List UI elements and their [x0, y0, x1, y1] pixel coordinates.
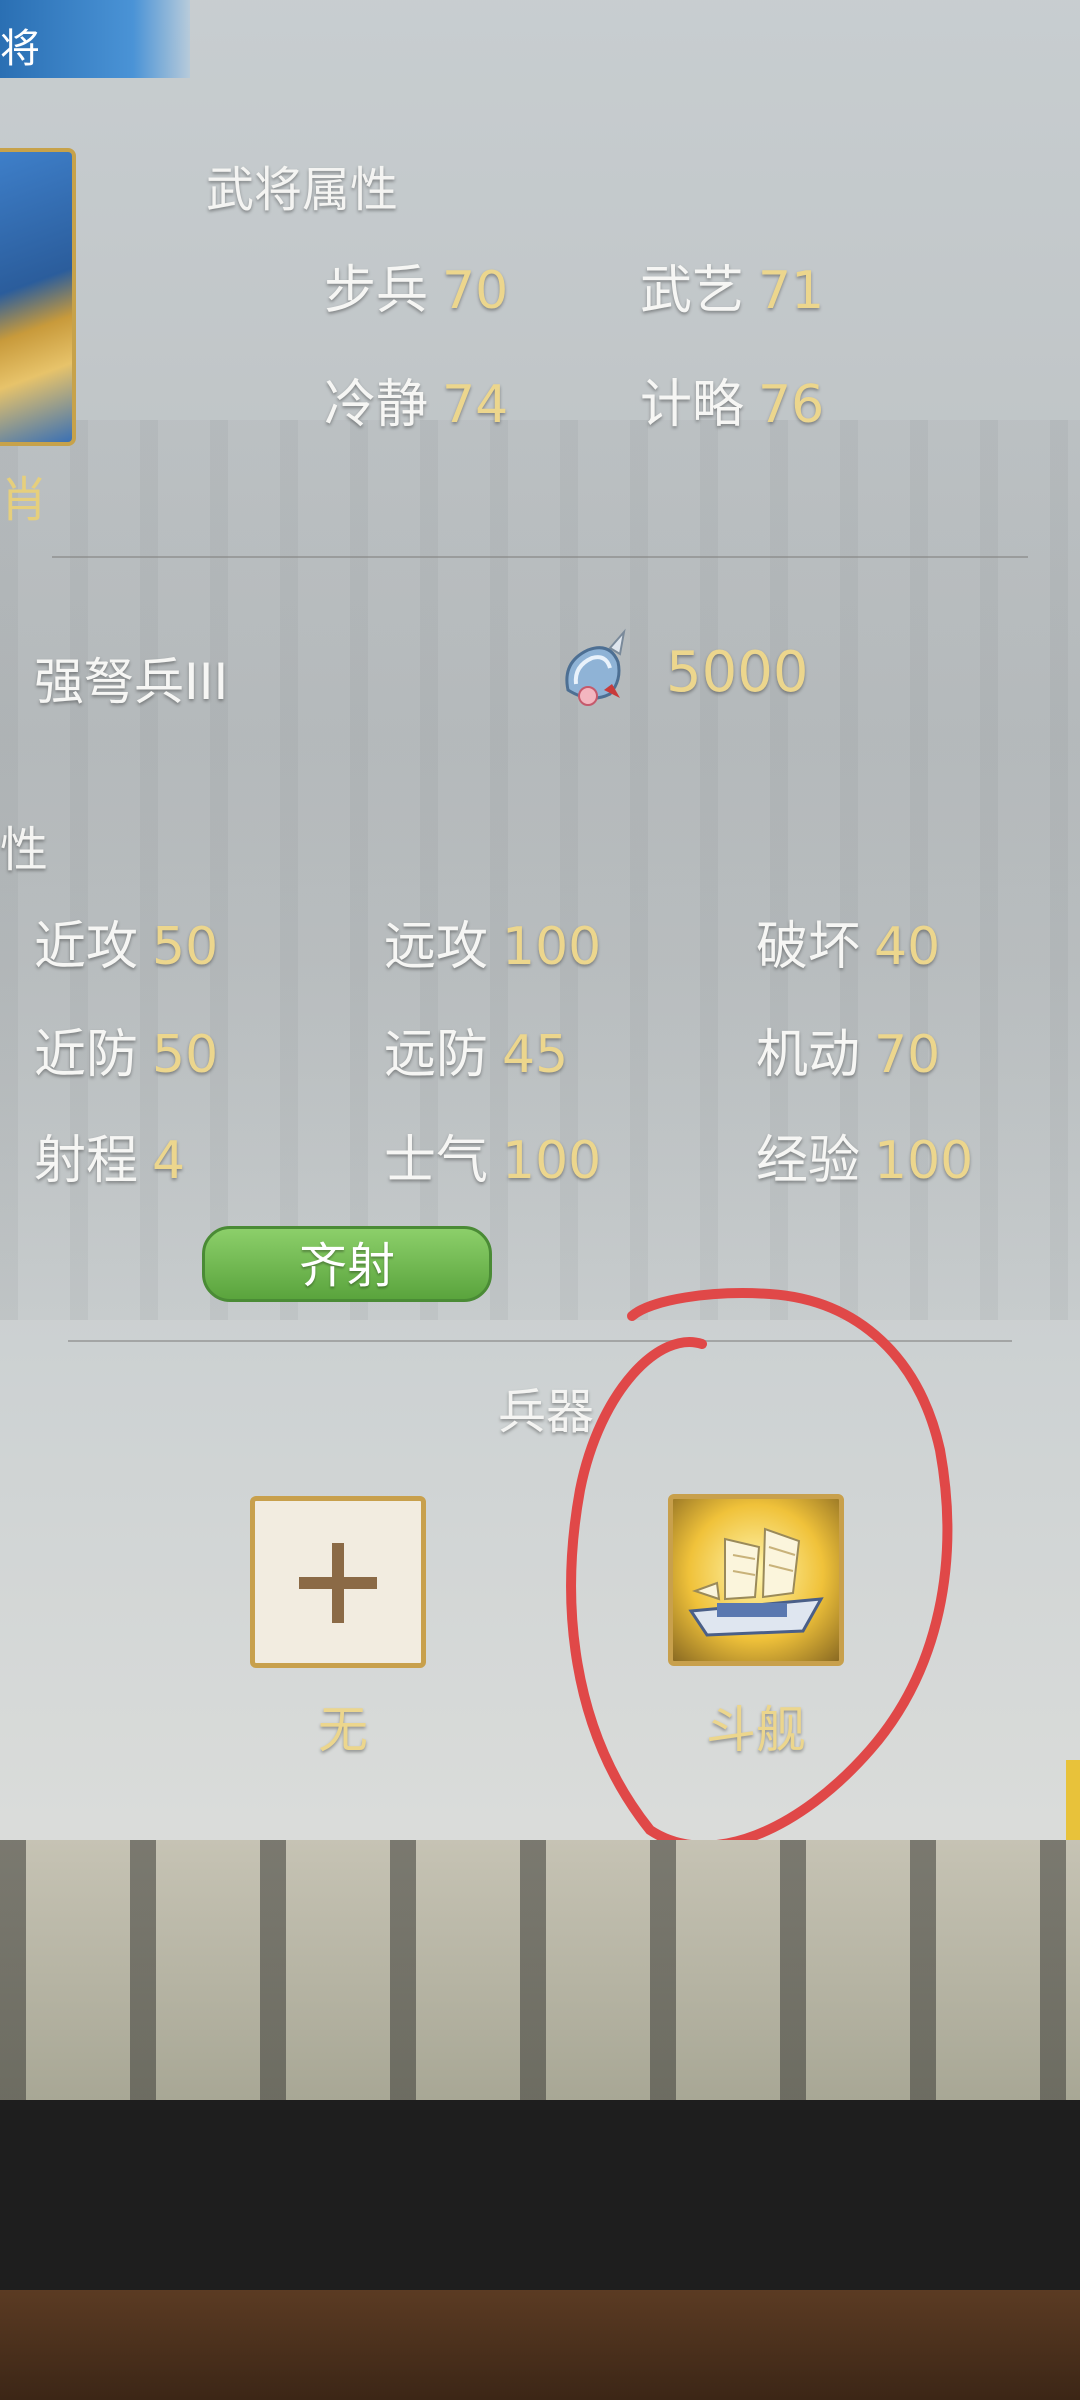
plus-icon-stem — [332, 1543, 344, 1623]
unit-attr-label: 机动 — [756, 1025, 861, 1085]
unit-attr-label: 破坏 — [756, 917, 861, 977]
unit-attr-label: 近攻 — [34, 917, 139, 977]
unit-detail-panel: 将 肖 武将属性 步兵 70 武艺 71 冷静 74 计略 76 强弩兵III 5000… — [0, 0, 1080, 1840]
weapon-slot-empty[interactable] — [250, 1496, 426, 1668]
red-circle-annotation — [566, 1288, 953, 1840]
unit-attr-mobility: 机动 70 — [756, 1012, 940, 1087]
unit-attr-value: 45 — [502, 1025, 569, 1085]
hero-attr-label: 计略 — [640, 375, 745, 435]
unit-attr-experience: 经验 100 — [756, 1118, 973, 1193]
hero-attr-infantry: 步兵 70 — [324, 248, 508, 323]
panel-title-tab[interactable]: 将 — [0, 0, 190, 78]
hero-attr-label: 武艺 — [640, 261, 745, 321]
unit-attr-value: 40 — [874, 917, 941, 977]
troop-helmet-icon — [565, 628, 626, 706]
unit-attr-label: 士气 — [384, 1131, 489, 1191]
hero-attributes-title: 武将属性 — [206, 162, 399, 218]
unit-attr-melee-defense: 近防 50 — [34, 1012, 218, 1087]
hero-attr-value: 70 — [442, 261, 509, 321]
weapon-slot-label-none: 无 — [318, 1701, 368, 1759]
unit-attr-value: 50 — [152, 1025, 219, 1085]
unit-attr-label: 射程 — [34, 1131, 139, 1191]
unit-attr-ranged-defense: 远防 45 — [384, 1012, 568, 1087]
side-tab[interactable] — [1066, 1760, 1080, 1840]
unit-attr-value: 4 — [152, 1131, 186, 1191]
hero-attr-value: 74 — [442, 375, 509, 435]
unit-attr-melee-attack: 近攻 50 — [34, 904, 218, 979]
unit-type-name: 强弩兵III — [34, 653, 229, 711]
unit-attributes-title-fragment: 性 — [0, 822, 49, 878]
hero-name-fragment: 肖 — [0, 472, 49, 528]
device-bezel — [0, 2100, 1080, 2290]
hero-attr-value: 76 — [758, 375, 825, 435]
unit-attr-value: 100 — [502, 917, 602, 977]
unit-attr-value: 70 — [874, 1025, 941, 1085]
hero-portrait[interactable] — [0, 148, 76, 446]
unit-attr-value: 50 — [152, 917, 219, 977]
unit-attr-label: 远防 — [384, 1025, 489, 1085]
hero-attr-label: 冷静 — [324, 375, 429, 435]
troop-count: 5000 — [666, 640, 809, 705]
unit-attr-label: 远攻 — [384, 917, 489, 977]
unit-attr-value: 100 — [874, 1131, 974, 1191]
background-scene — [0, 1840, 1080, 2100]
divider — [52, 556, 1028, 558]
hero-attr-martial: 武艺 71 — [640, 248, 824, 323]
unit-attr-ranged-attack: 远攻 100 — [384, 904, 601, 979]
hero-attr-value: 71 — [758, 261, 825, 321]
unit-attr-value: 100 — [502, 1131, 602, 1191]
desk-surface — [0, 2290, 1080, 2400]
unit-attr-range: 射程 4 — [34, 1118, 185, 1193]
unit-attr-siege: 破坏 40 — [756, 904, 940, 979]
unit-attr-label: 近防 — [34, 1025, 139, 1085]
unit-attr-label: 经验 — [756, 1131, 861, 1191]
unit-attr-morale: 士气 100 — [384, 1118, 601, 1193]
hero-attr-strategy: 计略 76 — [640, 362, 824, 437]
skill-volley-button[interactable]: 齐射 — [202, 1226, 492, 1302]
panel-title-fragment: 将 — [0, 26, 40, 72]
hero-attr-label: 步兵 — [324, 261, 429, 321]
hero-attr-composure: 冷静 74 — [324, 362, 508, 437]
